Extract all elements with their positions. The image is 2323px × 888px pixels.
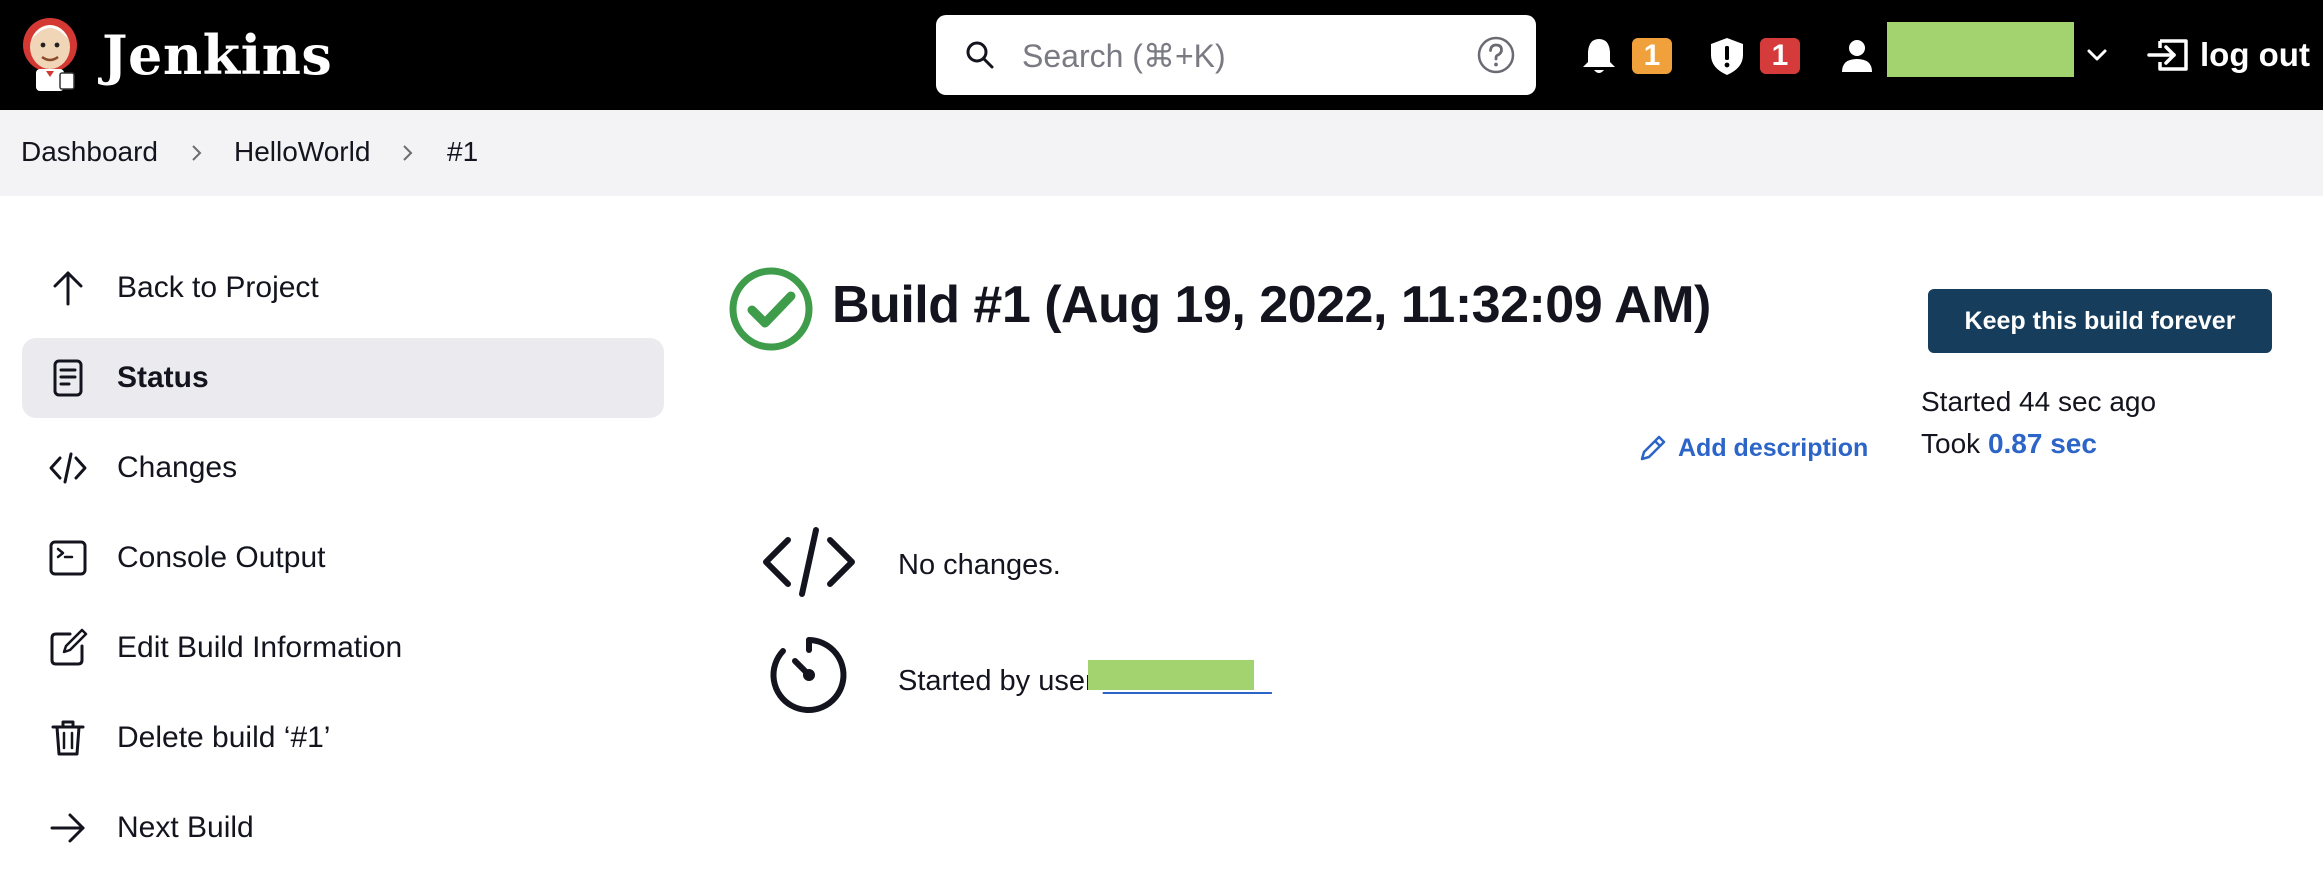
top-header: Jenkins 1 1 (0, 0, 2323, 110)
breadcrumb-helloworld[interactable]: HelloWorld (234, 136, 370, 168)
search-box[interactable] (936, 15, 1536, 95)
document-icon (48, 358, 88, 398)
sidebar-item-next-build[interactable]: Next Build (22, 788, 664, 868)
sidebar-item-status[interactable]: Status (22, 338, 664, 418)
build-duration: Took 0.87 sec (1921, 428, 2097, 460)
chevron-right-icon (187, 144, 205, 162)
bell-icon[interactable] (1580, 36, 1618, 76)
search-input[interactable] (1020, 29, 1424, 83)
sidebar-item-label: Status (117, 361, 209, 394)
code-icon (762, 526, 856, 598)
page-title: Build #1 (Aug 19, 2022, 11:32:09 AM) (832, 276, 1711, 334)
pencil-icon (1638, 433, 1668, 463)
sidebar-item-label: Console Output (117, 541, 326, 574)
logout-link[interactable]: log out (2146, 30, 2310, 80)
user-name-redacted[interactable] (1887, 22, 2074, 77)
user-icon[interactable] (1838, 36, 1876, 76)
sidebar-item-label: Back to Project (117, 271, 319, 304)
shield-alert-icon[interactable] (1708, 36, 1746, 76)
started-by-prefix: Started by user (898, 665, 1103, 697)
breadcrumb: Dashboard HelloWorld #1 (0, 110, 2323, 196)
timer-icon (768, 634, 850, 716)
search-icon (964, 39, 996, 71)
sidebar-item-changes[interactable]: Changes (22, 428, 664, 508)
breadcrumb-build[interactable]: #1 (447, 136, 478, 168)
logout-label: log out (2200, 36, 2310, 73)
chevron-down-icon[interactable] (2086, 44, 2108, 66)
add-description-label: Add description (1678, 433, 1869, 462)
notification-badge[interactable]: 1 (1632, 38, 1672, 74)
sidebar-item-console-output[interactable]: Console Output (22, 518, 664, 598)
success-check-icon (728, 266, 814, 352)
terminal-icon (48, 538, 88, 578)
sidebar-item-edit-build-information[interactable]: Edit Build Information (22, 608, 664, 688)
sidebar-item-back-to-project[interactable]: Back to Project (22, 248, 664, 328)
security-badge[interactable]: 1 (1760, 38, 1800, 74)
sidebar-item-delete-build[interactable]: Delete build ‘#1’ (22, 698, 664, 778)
arrow-right-icon (48, 808, 88, 848)
edit-icon (48, 628, 88, 668)
jenkins-logo-icon (20, 15, 80, 95)
sidebar-item-label: Changes (117, 451, 238, 484)
code-icon (48, 448, 88, 488)
build-duration-prefix: Took (1921, 428, 1988, 459)
build-started-time: Started 44 sec ago (1921, 386, 2157, 417)
app-name: Jenkins (102, 23, 333, 87)
sidebar-item-label: Edit Build Information (117, 631, 403, 664)
logout-icon (2146, 35, 2190, 75)
chevron-right-icon (398, 144, 416, 162)
help-icon[interactable] (1476, 35, 1516, 75)
add-description-link[interactable]: Add description (1638, 430, 1868, 466)
arrow-up-icon (48, 268, 88, 308)
user-link-redacted[interactable] (1088, 660, 1254, 690)
breadcrumb-dashboard[interactable]: Dashboard (21, 136, 158, 168)
changes-summary: No changes. (898, 549, 1061, 581)
sidebar-item-label: Next Build (117, 811, 254, 844)
sidebar-item-label: Delete build ‘#1’ (117, 721, 331, 754)
trash-icon (48, 718, 88, 758)
keep-build-forever-button[interactable]: Keep this build forever (1928, 289, 2272, 353)
build-duration-link[interactable]: 0.87 sec (1988, 428, 2097, 459)
jenkins-brand[interactable]: Jenkins (20, 14, 332, 96)
